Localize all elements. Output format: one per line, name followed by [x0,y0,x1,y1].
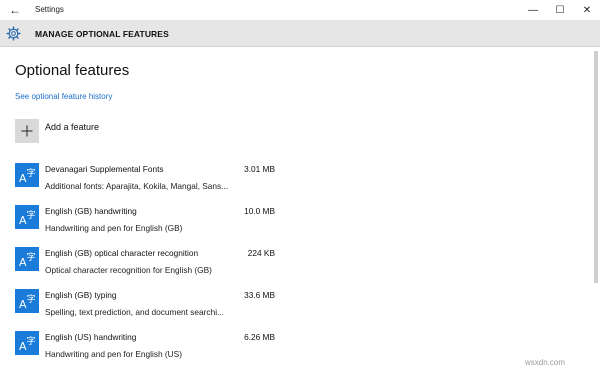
watermark: wsxdn.com [525,358,566,367]
vertical-scrollbar[interactable] [594,47,598,372]
feature-description: Spelling, text prediction, and document … [45,307,224,317]
page-header: MANAGE OPTIONAL FEATURES [0,20,600,47]
svg-text:字: 字 [27,335,36,347]
language-feature-icon: A 字 [15,205,39,229]
feature-description: Optical character recognition for Englis… [45,265,212,275]
feature-name: English (GB) typing [45,290,117,300]
feature-list: A 字 Devanagari Supplemental Fonts 3.01 M… [15,163,290,372]
window-title: Settings [35,5,64,14]
feature-description: Handwriting and pen for English (GB) [45,223,183,233]
gear-icon [0,20,27,47]
feature-description: Additional fonts: Aparajita, Kokila, Man… [45,181,229,191]
back-arrow-icon: ← [9,3,21,17]
page-title: Optional features [15,62,130,79]
close-icon: ✕ [582,4,592,16]
title-bar: ← Settings — ☐ ✕ [0,0,600,20]
feature-history-link[interactable]: See optional feature history [15,92,112,101]
feature-item-english-gb-handwriting[interactable]: A 字 English (GB) handwriting 10.0 MB Han… [15,205,290,247]
plus-icon [15,119,39,143]
add-feature-label: Add a feature [45,122,100,132]
maximize-button[interactable]: ☐ [546,0,574,20]
feature-size: 33.6 MB [244,290,275,300]
feature-name: English (GB) handwriting [45,206,137,216]
svg-text:字: 字 [27,251,36,263]
maximize-icon: ☐ [555,4,565,16]
feature-size: 10.0 MB [244,206,275,216]
feature-size: 224 KB [247,248,275,258]
feature-item-english-gb-typing[interactable]: A 字 English (GB) typing 33.6 MB Spelling… [15,289,290,331]
header-title: MANAGE OPTIONAL FEATURES [35,29,169,39]
language-feature-icon: A 字 [15,163,39,187]
close-button[interactable]: ✕ [573,0,600,20]
language-feature-icon: A 字 [15,247,39,271]
feature-name: English (US) handwriting [45,332,137,342]
feature-size: 6.26 MB [244,332,275,342]
feature-item-devanagari-fonts[interactable]: A 字 Devanagari Supplemental Fonts 3.01 M… [15,163,290,205]
feature-name: Devanagari Supplemental Fonts [45,164,164,174]
back-button[interactable]: ← [0,0,30,20]
feature-description: Handwriting and pen for English (US) [45,349,182,359]
svg-text:字: 字 [27,167,36,179]
language-feature-icon: A 字 [15,331,39,355]
language-feature-icon: A 字 [15,289,39,313]
svg-text:字: 字 [27,209,36,221]
feature-name: English (GB) optical character recogniti… [45,248,199,258]
feature-item-english-us-handwriting[interactable]: A 字 English (US) handwriting 6.26 MB Han… [15,331,290,372]
add-feature-button[interactable]: Add a feature [15,119,99,144]
svg-text:字: 字 [27,293,36,305]
minimize-icon: — [528,4,538,16]
minimize-button[interactable]: — [519,0,547,20]
scrollbar-thumb[interactable] [594,51,598,283]
feature-item-english-gb-ocr[interactable]: A 字 English (GB) optical character recog… [15,247,290,289]
feature-size: 3.01 MB [244,164,275,174]
